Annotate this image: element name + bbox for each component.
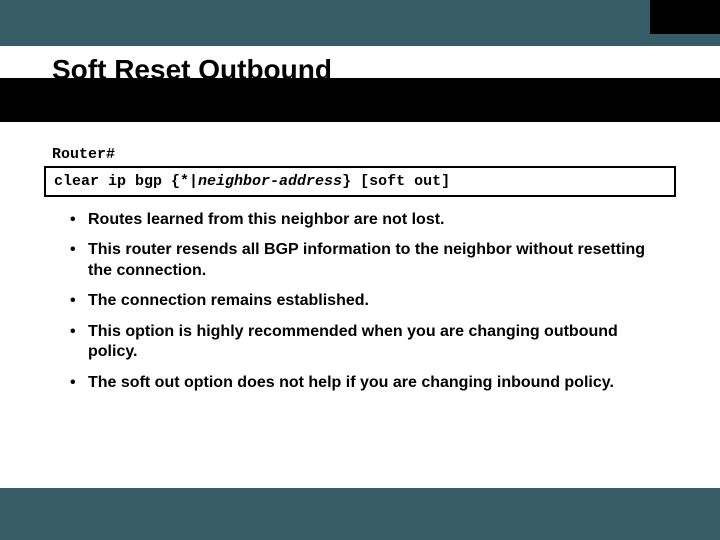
cli-prompt: Router# bbox=[52, 146, 115, 163]
slide-container: Soft Reset Outbound Router# clear ip bgp… bbox=[0, 0, 720, 540]
bullet-text: The soft out option does not help if you… bbox=[88, 374, 614, 391]
bullet-text: Routes learned from this neighbor are no… bbox=[88, 211, 444, 228]
list-item: Routes learned from this neighbor are no… bbox=[70, 210, 670, 230]
list-item: The soft out option does not help if you… bbox=[70, 373, 670, 393]
bullet-text: The connection remains established. bbox=[88, 292, 369, 309]
slide-title: Soft Reset Outbound bbox=[52, 54, 332, 86]
bullet-list: Routes learned from this neighbor are no… bbox=[70, 210, 670, 403]
list-item: This router resends all BGP information … bbox=[70, 240, 670, 281]
list-item: This option is highly recommended when y… bbox=[70, 322, 670, 363]
command-text-pre: clear ip bgp {*| bbox=[54, 173, 198, 190]
command-text-arg: neighbor-address bbox=[198, 173, 342, 190]
corner-tab-decoration bbox=[650, 0, 720, 34]
bullet-text: This router resends all BGP information … bbox=[88, 241, 645, 278]
command-text-post: } [soft out] bbox=[342, 173, 450, 190]
command-box: clear ip bgp {*|neighbor-address} [soft … bbox=[44, 166, 676, 197]
bullet-text: This option is highly recommended when y… bbox=[88, 323, 618, 360]
list-item: The connection remains established. bbox=[70, 291, 670, 311]
